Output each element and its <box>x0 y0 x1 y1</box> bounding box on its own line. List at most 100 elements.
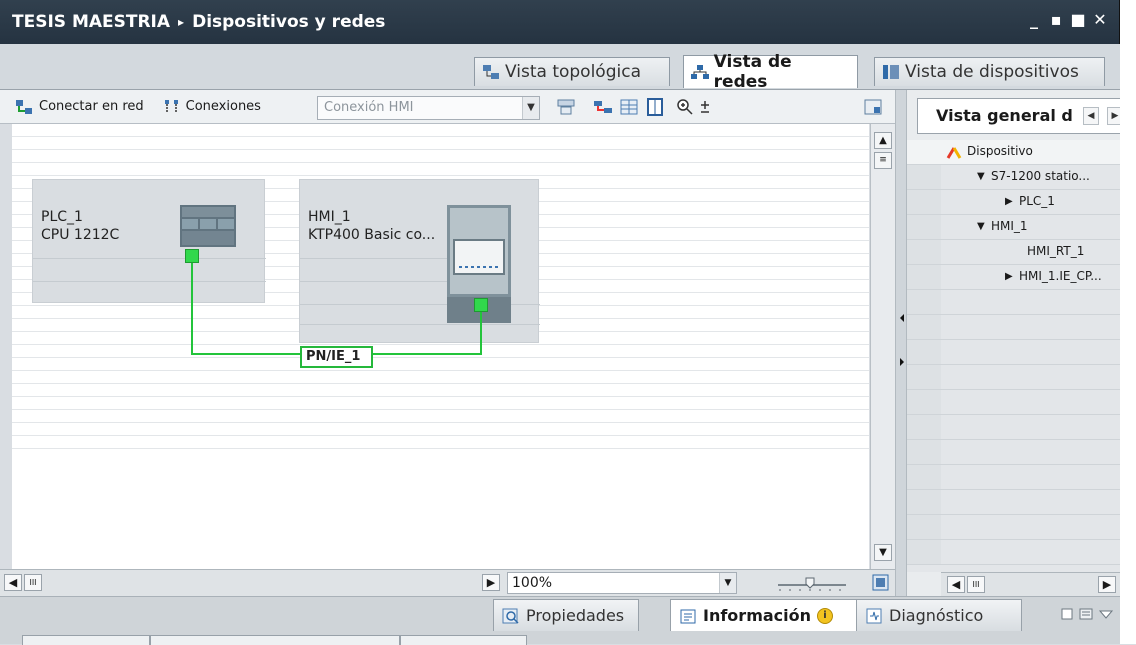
grid-view-button[interactable] <box>618 97 640 117</box>
chevron-down-icon[interactable]: ▼ <box>522 97 539 119</box>
network-line[interactable] <box>480 312 482 355</box>
maximize-button[interactable]: ■ <box>1069 10 1087 30</box>
navigate-overview-icon[interactable] <box>872 574 890 592</box>
zoom-dropdown-button[interactable] <box>694 97 716 117</box>
plc-profinet-port[interactable] <box>185 249 199 263</box>
row-gutter <box>907 490 941 514</box>
scroll-up-button[interactable]: ▲ <box>874 132 892 149</box>
network-label[interactable]: PN/IE_1 <box>300 346 373 368</box>
table-row <box>907 340 1120 365</box>
float-button[interactable]: ▪ <box>1047 10 1065 30</box>
network-canvas[interactable]: PLC_1 CPU 1212C HMI_1 KTP400 Basic co... <box>12 124 869 569</box>
device-type: KTP400 Basic co... <box>308 227 436 243</box>
tab-diagnostics[interactable]: Diagnóstico <box>856 599 1022 631</box>
expander-icon[interactable]: ▼ <box>977 221 985 232</box>
scroll-left-button[interactable]: ◀ <box>947 576 965 593</box>
table-row[interactable]: ▶ HMI_1.IE_CP... <box>907 265 1120 290</box>
scroll-right-button[interactable]: ▶ <box>1098 576 1116 593</box>
row-gutter <box>907 290 941 314</box>
table-view-button[interactable] <box>644 97 666 117</box>
canvas-vertical-scrollbar[interactable]: ▲ ≡ ▼ <box>870 124 895 569</box>
network-overview-icon <box>594 101 612 113</box>
row-gutter <box>907 390 941 414</box>
plc-module-icon <box>180 205 236 247</box>
panel-splitter[interactable] <box>895 90 907 596</box>
network-icon <box>691 65 709 79</box>
tab-device-overview[interactable]: Vista general d ◀ ▶ <box>917 98 1127 134</box>
row-gutter <box>907 465 941 489</box>
tab-device-view[interactable]: Vista de dispositivos <box>874 57 1105 86</box>
tab-information[interactable]: Información i <box>670 599 858 631</box>
minimize-button[interactable]: _ <box>1025 10 1043 30</box>
grid-icon <box>620 99 638 115</box>
network-toolbar: Conectar en red Conexiones Conexión HMI … <box>0 90 895 124</box>
tab-properties[interactable]: Propiedades <box>493 599 639 631</box>
network-line[interactable] <box>191 263 193 355</box>
splitter-arrows-icon <box>900 314 904 366</box>
chevron-down-icon[interactable]: ▼ <box>719 573 736 593</box>
connection-type-value: Conexión HMI <box>324 100 414 115</box>
connections-button[interactable]: Conexiones <box>159 95 264 119</box>
expander-icon[interactable]: ▼ <box>977 171 985 182</box>
tab-topology-view[interactable]: Vista topológica <box>474 57 670 86</box>
close-button[interactable]: ✕ <box>1091 10 1109 30</box>
zoom-level-select[interactable]: 100% ▼ <box>507 572 737 594</box>
overview-hscrollbar[interactable]: ◀ III ▶ <box>941 572 1120 596</box>
connection-type-select[interactable]: Conexión HMI ▼ <box>317 96 540 120</box>
expander-icon[interactable]: ▶ <box>1005 271 1013 282</box>
device-hmi[interactable]: HMI_1 KTP400 Basic co... <box>299 179 540 343</box>
expander-icon[interactable]: ▶ <box>1005 196 1013 207</box>
zoom-slider[interactable] <box>776 575 848 593</box>
hscroll-thumb[interactable]: III <box>967 576 985 593</box>
row-gutter <box>907 190 941 214</box>
device-plc[interactable]: PLC_1 CPU 1212C <box>32 179 266 303</box>
table-row[interactable]: HMI_RT_1 <box>907 240 1120 265</box>
connect-network-icon <box>16 99 32 114</box>
table-row[interactable]: ▼ S7-1200 statio... <box>907 165 1120 190</box>
connect-network-label: Conectar en red <box>39 99 144 114</box>
inspector-window-controls[interactable] <box>1060 605 1116 623</box>
tab-device-label: Vista de dispositivos <box>905 62 1079 82</box>
hscroll-thumb[interactable]: III <box>24 574 42 591</box>
scroll-down-button[interactable]: ▼ <box>874 544 892 561</box>
tab-network-view[interactable]: Vista de redes <box>683 52 858 92</box>
tab-diagnostics-label: Diagnóstico <box>889 606 984 625</box>
table-row <box>907 490 1120 515</box>
show-address-button[interactable] <box>555 97 577 117</box>
row-label: PLC_1 <box>1019 194 1055 208</box>
editor-titlebar: TESIS MAESTRIA ▸ Dispositivos y redes _ … <box>0 0 1120 44</box>
row-gutter <box>907 340 941 364</box>
row-gutter <box>907 265 941 289</box>
device-divider <box>300 258 447 259</box>
device-name: HMI_1 <box>308 209 351 225</box>
zoom-button[interactable] <box>674 97 696 117</box>
row-gutter <box>907 215 941 239</box>
row-gutter <box>907 515 941 539</box>
table-row <box>907 315 1120 340</box>
scroll-right-button[interactable]: ▶ <box>482 574 500 591</box>
device-divider <box>33 258 266 259</box>
table-icon <box>647 98 663 116</box>
tab-prev-button[interactable]: ◀ <box>1083 107 1099 125</box>
dropdown-icon <box>701 101 709 113</box>
table-row[interactable]: ▼ HMI_1 <box>907 215 1120 240</box>
row-label: HMI_1.IE_CP... <box>1019 269 1102 283</box>
table-row[interactable]: ▶ PLC_1 <box>907 190 1120 215</box>
connect-network-button[interactable]: Conectar en red <box>12 95 147 119</box>
table-header: Dispositivo <box>907 140 1120 165</box>
panel-toggle-button[interactable] <box>862 97 884 117</box>
table-row <box>907 390 1120 415</box>
panel-toggle-icon <box>864 99 882 115</box>
scroll-thumb[interactable]: ≡ <box>874 152 892 169</box>
tab-topology-label: Vista topológica <box>505 62 641 82</box>
hmi-profinet-port[interactable] <box>474 298 488 312</box>
view-tabs-row: Vista topológica Vista de redes Vista de… <box>0 44 1120 92</box>
row-gutter <box>907 415 941 439</box>
address-icon <box>557 99 575 115</box>
scroll-left-button[interactable]: ◀ <box>4 574 22 591</box>
device-label: PLC_1 CPU 1212C <box>41 208 119 244</box>
canvas-status-bar: ◀ III ▶ 100% ▼ <box>0 569 895 596</box>
network-overview-button[interactable] <box>592 97 614 117</box>
device-name: PLC_1 <box>41 209 83 225</box>
table-row <box>907 290 1120 315</box>
